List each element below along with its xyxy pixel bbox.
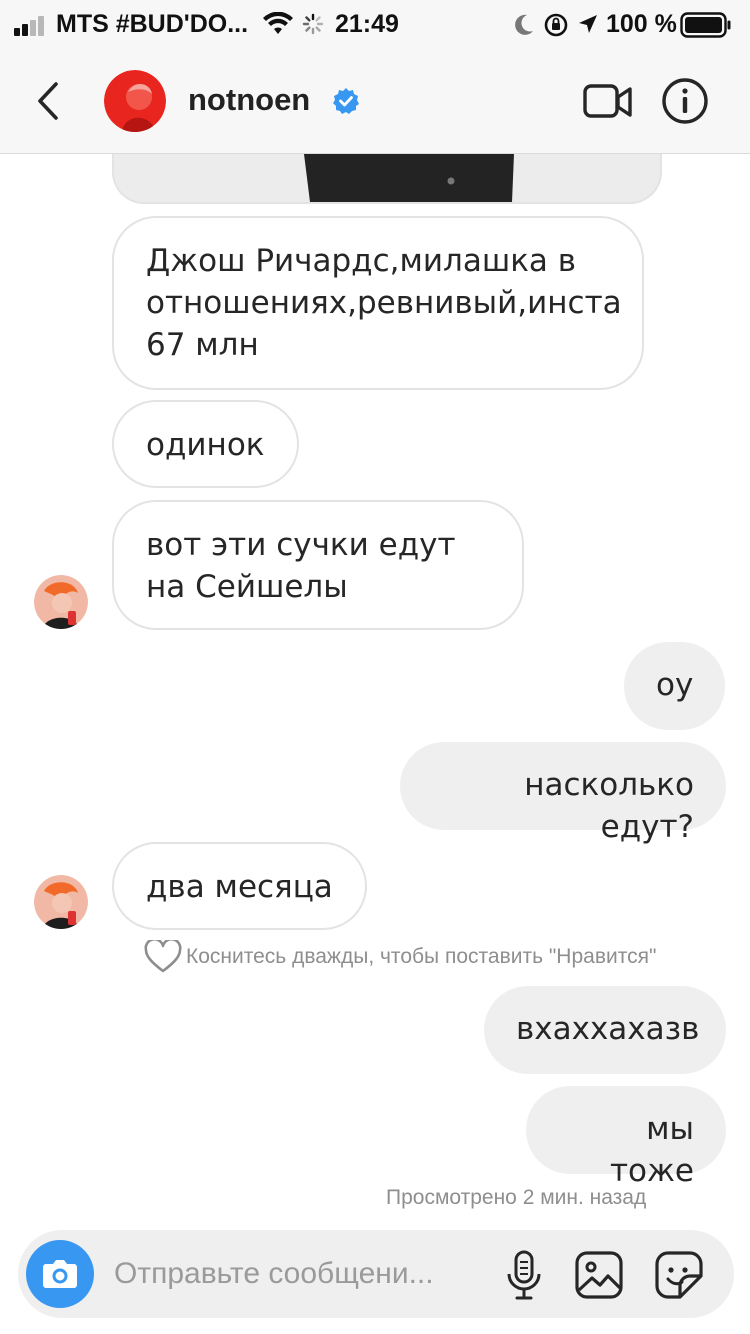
loading-spinner-icon xyxy=(302,13,324,35)
message-bubble-outgoing[interactable]: насколько едут? xyxy=(400,742,726,845)
message-text: Джош Ричардс,милашка в отношениях,ревнив… xyxy=(146,243,622,363)
chat-header: notnoen xyxy=(0,50,750,154)
message-composer xyxy=(18,1230,734,1318)
status-bar: MTS #BUD'DO... 21:49 100 % xyxy=(0,0,750,50)
orientation-lock-icon xyxy=(544,13,568,37)
gallery-button[interactable] xyxy=(574,1250,624,1300)
message-text: оу xyxy=(656,667,694,703)
battery-icon xyxy=(680,12,731,38)
sender-avatar[interactable] xyxy=(34,575,88,629)
back-button[interactable] xyxy=(28,76,74,126)
double-tap-like-hint[interactable]: Коснитесь дважды, чтобы поставить "Нрави… xyxy=(144,940,656,974)
video-camera-icon xyxy=(583,84,632,118)
moon-icon xyxy=(515,14,533,35)
sticker-button[interactable] xyxy=(654,1250,704,1300)
message-text: вхаххахазв xyxy=(516,1011,700,1047)
heart-icon xyxy=(144,940,182,973)
message-text: мы тоже xyxy=(609,1111,694,1189)
seen-status: Просмотрено 2 мин. назад xyxy=(386,1186,647,1209)
sender-avatar[interactable] xyxy=(34,875,88,929)
gallery-icon xyxy=(575,1251,623,1299)
info-icon xyxy=(662,78,708,124)
message-bubble-outgoing[interactable]: оу xyxy=(624,642,726,730)
shared-photo[interactable] xyxy=(112,154,662,204)
message-bubble-incoming[interactable]: вот эти сучки едут на Сейшелы xyxy=(112,500,524,630)
message-bubble-incoming[interactable]: Джош Ричардс,милашка в отношениях,ревнив… xyxy=(112,216,644,390)
camera-button[interactable] xyxy=(26,1240,94,1308)
camera-icon xyxy=(43,1260,77,1288)
message-bubble-outgoing[interactable]: вхаххахазв xyxy=(484,986,726,1074)
sticker-icon xyxy=(655,1251,703,1299)
location-arrow-icon xyxy=(579,15,597,33)
info-button[interactable] xyxy=(660,76,710,126)
verified-badge-icon xyxy=(333,88,359,114)
avatar[interactable] xyxy=(104,70,166,132)
carrier-label: MTS #BUD'DO... xyxy=(56,10,249,38)
chevron-left-icon xyxy=(38,82,58,120)
message-input[interactable] xyxy=(114,1252,484,1296)
signal-strength-icon xyxy=(14,14,48,36)
message-text: насколько едут? xyxy=(524,767,694,845)
wifi-icon xyxy=(263,12,293,34)
message-bubble-incoming[interactable]: одинок xyxy=(112,400,299,488)
like-hint-text: Коснитесь дважды, чтобы поставить "Нрави… xyxy=(186,945,657,968)
clock: 21:49 xyxy=(335,10,399,38)
message-bubble-incoming[interactable]: два месяца xyxy=(112,842,367,930)
video-call-button[interactable] xyxy=(582,80,634,124)
message-text: вот эти сучки едут на Сейшелы xyxy=(146,527,456,605)
battery-percentage: 100 % xyxy=(606,10,677,38)
username[interactable]: notnoen xyxy=(188,82,310,118)
voice-message-button[interactable] xyxy=(504,1248,544,1302)
message-bubble-outgoing[interactable]: мы тоже xyxy=(526,1086,726,1189)
message-text: два месяца xyxy=(146,869,333,905)
message-text: одинок xyxy=(146,427,265,463)
microphone-icon xyxy=(507,1250,541,1300)
